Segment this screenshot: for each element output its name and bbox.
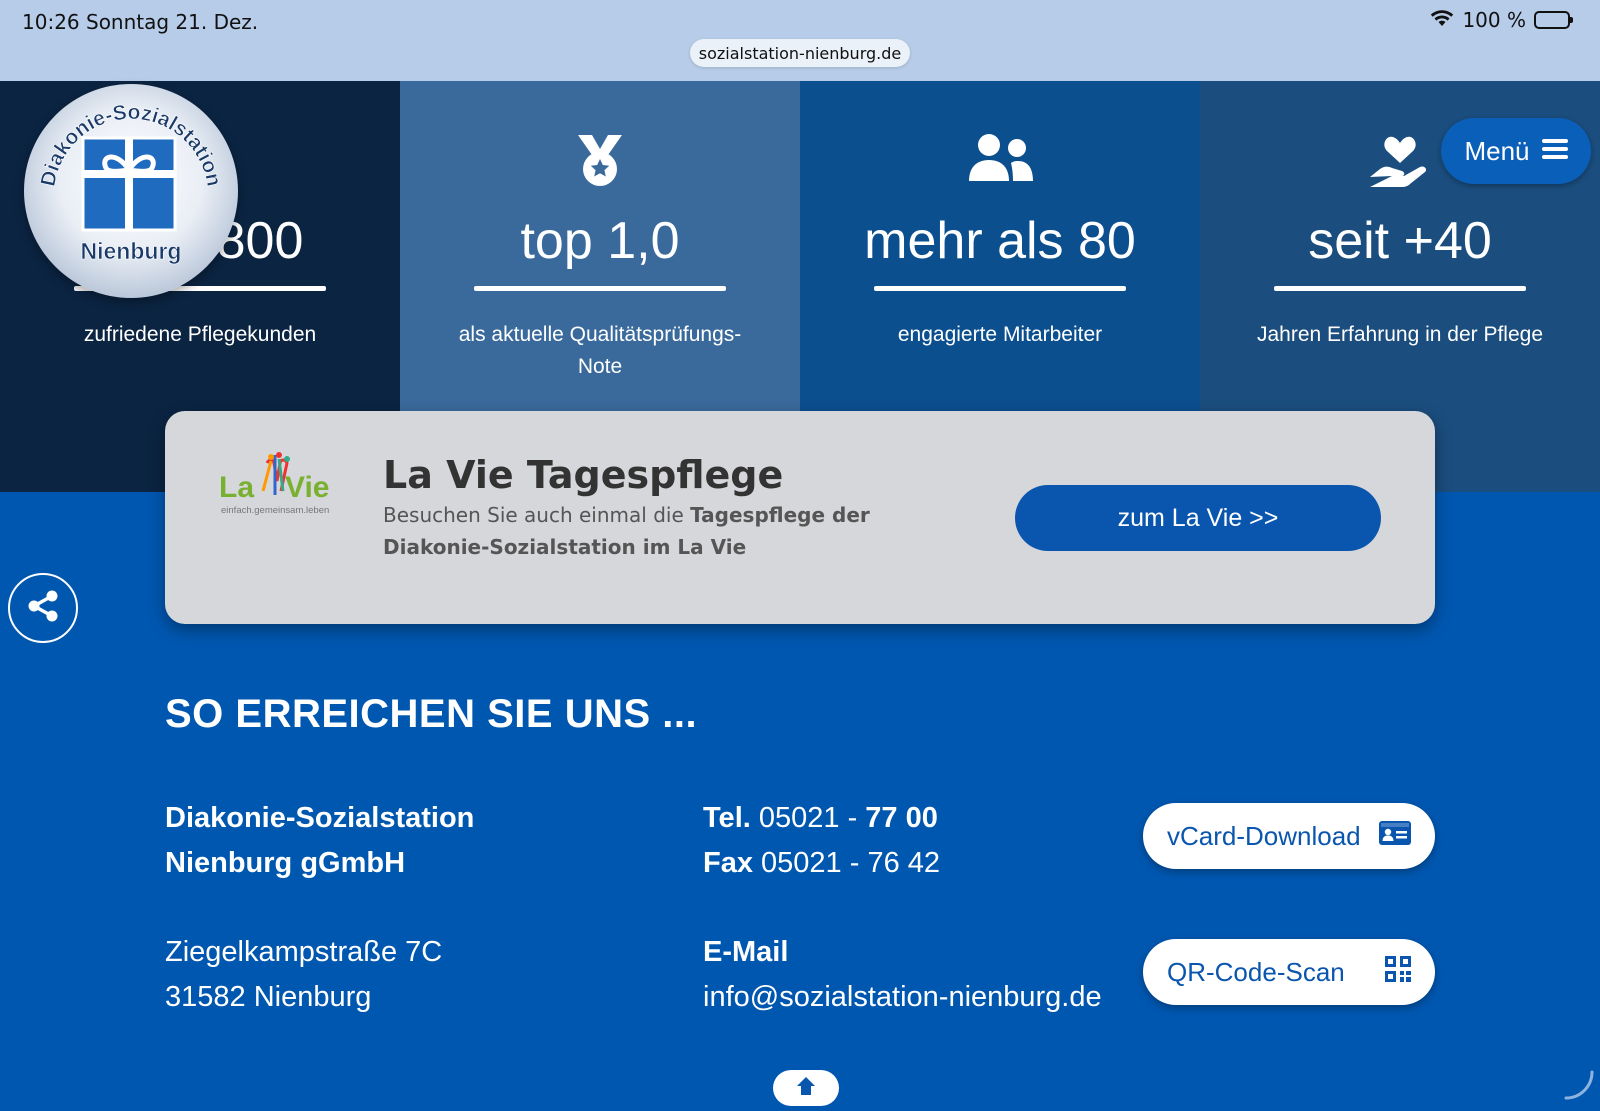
battery-icon <box>1534 11 1573 29</box>
stat-description: als aktuelle Qualitätsprüfungs-Note <box>458 323 742 378</box>
email-label: E-Mail <box>703 936 789 968</box>
tel-label: Tel. <box>703 802 751 834</box>
qr-code-scan-button[interactable]: QR-Code-Scan <box>1143 939 1435 1005</box>
menu-label: Menü <box>1464 135 1530 166</box>
contact-phone: Tel. 05021 - 77 00 Fax 05021 - 76 42 <box>703 796 940 886</box>
contact-address: Ziegelkampstraße 7C 31582 Nienburg <box>165 930 442 1020</box>
stat-description: Jahren Erfahrung in der Pflege <box>1256 323 1543 346</box>
resize-corner-icon <box>1562 1068 1596 1107</box>
lavie-button[interactable]: zum La Vie >> <box>1015 485 1381 551</box>
lavie-logo-tagline: einfach.gemeinsam.leben <box>221 505 329 516</box>
lavie-text-plain: Besuchen Sie auch einmal die <box>383 503 691 527</box>
stat-underline <box>1274 286 1526 291</box>
stat-underline <box>874 286 1126 291</box>
fax-line: Fax 05021 - 76 42 <box>703 841 940 886</box>
hamburger-icon <box>1541 136 1568 167</box>
contact-heading: SO ERREICHEN SIE UNS ... <box>165 692 698 736</box>
qr-label: QR-Code-Scan <box>1167 956 1345 987</box>
address-bar[interactable]: sozialstation-nienburg.de <box>690 39 910 67</box>
lavie-text: Besuchen Sie auch einmal die Tagespflege… <box>383 499 983 563</box>
share-button[interactable] <box>8 573 78 643</box>
site-logo[interactable]: Diakonie-Sozialstation Nienburg <box>24 84 238 298</box>
status-bar: 10:26 Sonntag 21. Dez. 100 % sozialstati… <box>0 0 1600 81</box>
org-line-2: Nienburg gGmbH <box>165 847 406 879</box>
logo-bottom-text: Nienburg <box>81 238 182 264</box>
contact-email: E-Mail info@sozialstation-nienburg.de <box>703 930 1102 1020</box>
fax-number: 05021 - 76 42 <box>761 847 941 879</box>
lavie-title: La Vie Tagespflege <box>383 453 784 497</box>
status-time: 10:26 <box>22 10 80 34</box>
wifi-icon <box>1430 8 1454 32</box>
arrow-up-icon <box>795 1075 817 1102</box>
menu-button[interactable]: Menü <box>1441 118 1591 184</box>
battery-percent: 100 % <box>1462 8 1526 32</box>
vcard-label: vCard-Download <box>1167 820 1361 851</box>
medal-icon <box>400 133 800 189</box>
back-to-top-button[interactable] <box>773 1070 839 1106</box>
share-icon <box>27 590 59 627</box>
stat-value: mehr als 80 <box>864 212 1136 270</box>
stat-underline <box>474 286 726 291</box>
qr-code-icon <box>1385 955 1411 989</box>
address-street: Ziegelkampstraße 7C <box>165 936 443 968</box>
lavie-logo-vie: Vie <box>285 471 330 504</box>
vcard-download-button[interactable]: vCard-Download <box>1143 803 1435 869</box>
tel-number: 77 00 <box>865 802 938 834</box>
fax-label: Fax <box>703 847 753 879</box>
org-line-1: Diakonie-Sozialstation <box>165 802 475 834</box>
lavie-card: La Vie einfach.gemeinsam.leben La Vie Ta… <box>165 411 1435 624</box>
stat-description: engagierte Mitarbeiter <box>897 323 1103 346</box>
status-right: 100 % <box>1430 8 1573 32</box>
contact-organization: Diakonie-Sozialstation Nienburg gGmbH <box>165 796 474 886</box>
tel-prefix: 05021 - <box>758 802 866 834</box>
address-city: 31582 Nienburg <box>165 981 372 1013</box>
users-icon <box>800 133 1200 189</box>
email-link[interactable]: info@sozialstation-nienburg.de <box>703 975 1102 1020</box>
stat-description: zufriedene Pflegekunden <box>83 323 317 346</box>
lavie-logo: La Vie einfach.gemeinsam.leben <box>217 451 331 521</box>
stat-value: top 1,0 <box>520 212 680 270</box>
id-card-icon <box>1379 820 1411 852</box>
status-date: Sonntag 21. Dez. <box>86 10 259 34</box>
phone-line[interactable]: Tel. 05021 - 77 00 <box>703 796 940 841</box>
stat-value: seit +40 <box>1308 212 1492 270</box>
lavie-logo-la: La <box>219 471 254 504</box>
